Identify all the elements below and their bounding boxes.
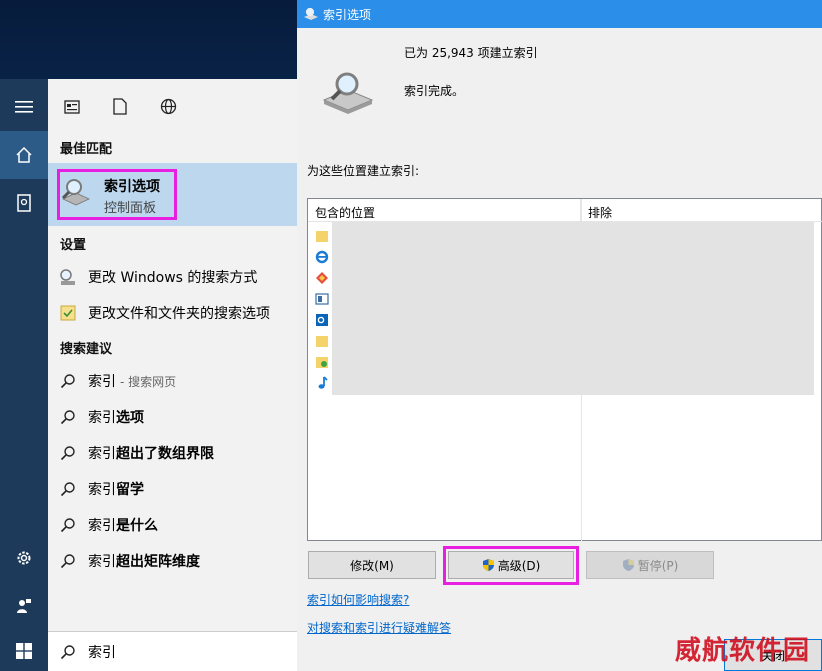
document-icon bbox=[113, 98, 127, 115]
indexing-options-dialog: 索引选项 已为 25,943 项建立索引 索引完成。 为这些位置建立索引: 包含… bbox=[297, 0, 822, 671]
outlook-icon bbox=[316, 313, 328, 326]
settings-button[interactable] bbox=[0, 534, 48, 582]
settings-item-file-search-options[interactable]: 更改文件和文件夹的搜索选项 bbox=[48, 296, 297, 330]
best-match-result[interactable]: 索引选项 控制面板 bbox=[48, 163, 297, 226]
search-icon bbox=[60, 374, 75, 389]
indexed-locations-list[interactable]: 包含的位置 排除 bbox=[307, 198, 822, 542]
indexing-options-icon bbox=[60, 177, 92, 211]
search-icon bbox=[60, 410, 75, 425]
internet-explorer-icon bbox=[315, 250, 329, 263]
users-folder-icon bbox=[316, 356, 328, 368]
gear-icon bbox=[17, 551, 31, 565]
advanced-button-label: 高级(D) bbox=[497, 558, 541, 573]
troubleshoot-link[interactable]: 对搜索和索引进行疑难解答 bbox=[307, 619, 451, 636]
suggestion-rest: 选项 bbox=[116, 410, 144, 426]
feedback-icon bbox=[17, 599, 31, 613]
search-icon bbox=[60, 446, 75, 461]
locations-label: 为这些位置建立索引: bbox=[307, 164, 420, 178]
folder-options-icon bbox=[60, 305, 76, 321]
hamburger-menu-button[interactable] bbox=[0, 83, 48, 131]
suggestion-rest: 超出了数组界限 bbox=[116, 446, 214, 462]
filter-apps-button[interactable] bbox=[48, 79, 96, 134]
folder-icon bbox=[316, 335, 328, 347]
list-header: 包含的位置 排除 bbox=[308, 199, 822, 222]
search-icon bbox=[60, 482, 75, 497]
index-status-text: 索引完成。 bbox=[404, 84, 465, 98]
best-match-heading: 最佳匹配 bbox=[60, 142, 113, 157]
suggestion-prefix: 索引 bbox=[88, 554, 116, 570]
search-settings-icon bbox=[60, 269, 75, 285]
settings-item-windows-search[interactable]: 更改 Windows 的搜索方式 bbox=[48, 260, 297, 294]
suggestion-item[interactable]: 索引超出矩阵维度 bbox=[48, 544, 297, 578]
pause-button-label: 暂停(P) bbox=[637, 558, 679, 573]
settings-item-label: 更改 Windows 的搜索方式 bbox=[88, 270, 258, 286]
taskbar-search-box[interactable]: 索引 bbox=[48, 631, 297, 671]
search-icon bbox=[60, 554, 75, 569]
pause-button[interactable]: 暂停(P) bbox=[586, 551, 714, 579]
filter-bar bbox=[48, 79, 297, 134]
how-indexing-affects-search-link[interactable]: 索引如何影响搜索? bbox=[307, 591, 409, 608]
filter-documents-button[interactable] bbox=[96, 79, 144, 134]
suggestion-item[interactable]: 索引选项 bbox=[48, 400, 297, 434]
shield-icon bbox=[622, 559, 634, 571]
suggestion-rest: 超出矩阵维度 bbox=[116, 554, 200, 570]
watermark: 威航软件园 bbox=[675, 636, 811, 666]
notebook-button[interactable] bbox=[0, 179, 48, 227]
settings-item-label: 更改文件和文件夹的搜索选项 bbox=[88, 306, 270, 322]
settings-heading: 设置 bbox=[60, 238, 87, 253]
feedback-button[interactable] bbox=[0, 582, 48, 630]
search-icon bbox=[60, 518, 75, 533]
start-menu-icon bbox=[315, 292, 329, 305]
suggestion-item[interactable]: 索引 - 搜索网页 bbox=[48, 364, 297, 398]
suggestion-prefix: 索引 bbox=[88, 410, 116, 426]
windows-logo-icon bbox=[16, 643, 32, 659]
suggestion-prefix: 索引 bbox=[88, 482, 116, 498]
home-button[interactable] bbox=[0, 131, 48, 179]
suggestion-item[interactable]: 索引留学 bbox=[48, 472, 297, 506]
dialog-title: 索引选项 bbox=[323, 7, 372, 22]
dialog-title-bar[interactable]: 索引选项 bbox=[297, 0, 822, 28]
column-excluded[interactable]: 排除 bbox=[581, 199, 619, 221]
suggestion-rest: 是什么 bbox=[116, 518, 158, 534]
best-match-name: 索引选项 bbox=[104, 179, 160, 195]
hamburger-icon bbox=[15, 101, 33, 113]
music-icon bbox=[318, 375, 328, 389]
advanced-button[interactable]: 高级(D) bbox=[448, 551, 574, 579]
home-icon bbox=[16, 146, 32, 163]
indexing-large-icon bbox=[321, 70, 375, 118]
indexing-options-small-icon bbox=[304, 7, 318, 20]
start-button[interactable] bbox=[0, 631, 48, 671]
apps-filter-icon bbox=[64, 99, 80, 114]
suggestion-prefix: 索引 bbox=[88, 518, 116, 534]
suggestions-heading: 搜索建议 bbox=[60, 342, 113, 357]
suggestion-rest: 留学 bbox=[116, 482, 144, 498]
suggestion-prefix: 索引 bbox=[88, 374, 116, 390]
indexed-count-text: 已为 25,943 项建立索引 bbox=[404, 46, 538, 60]
suggestion-item[interactable]: 索引超出了数组界限 bbox=[48, 436, 297, 470]
best-match-subtitle: 控制面板 bbox=[104, 201, 157, 216]
start-rail bbox=[0, 79, 48, 671]
search-query[interactable]: 索引 bbox=[88, 642, 116, 662]
column-included[interactable]: 包含的位置 bbox=[308, 199, 581, 221]
suggestion-prefix: 索引 bbox=[88, 446, 116, 462]
search-icon bbox=[60, 644, 75, 659]
folder-icon bbox=[316, 230, 328, 242]
locations-rows bbox=[332, 222, 814, 395]
notebook-icon bbox=[17, 194, 31, 212]
modify-button[interactable]: 修改(M) bbox=[308, 551, 436, 579]
globe-icon bbox=[160, 98, 176, 115]
suggestion-item[interactable]: 索引是什么 bbox=[48, 508, 297, 542]
suggestion-sub: - 搜索网页 bbox=[120, 375, 177, 389]
start-search-panel: 最佳匹配 索引选项 控制面板 设置 更改 Windows 的搜索方式 更改文件和… bbox=[48, 79, 297, 631]
shield-icon bbox=[482, 559, 494, 571]
filter-web-button[interactable] bbox=[144, 79, 192, 134]
offline-files-icon bbox=[316, 271, 328, 284]
location-icons bbox=[312, 225, 332, 393]
